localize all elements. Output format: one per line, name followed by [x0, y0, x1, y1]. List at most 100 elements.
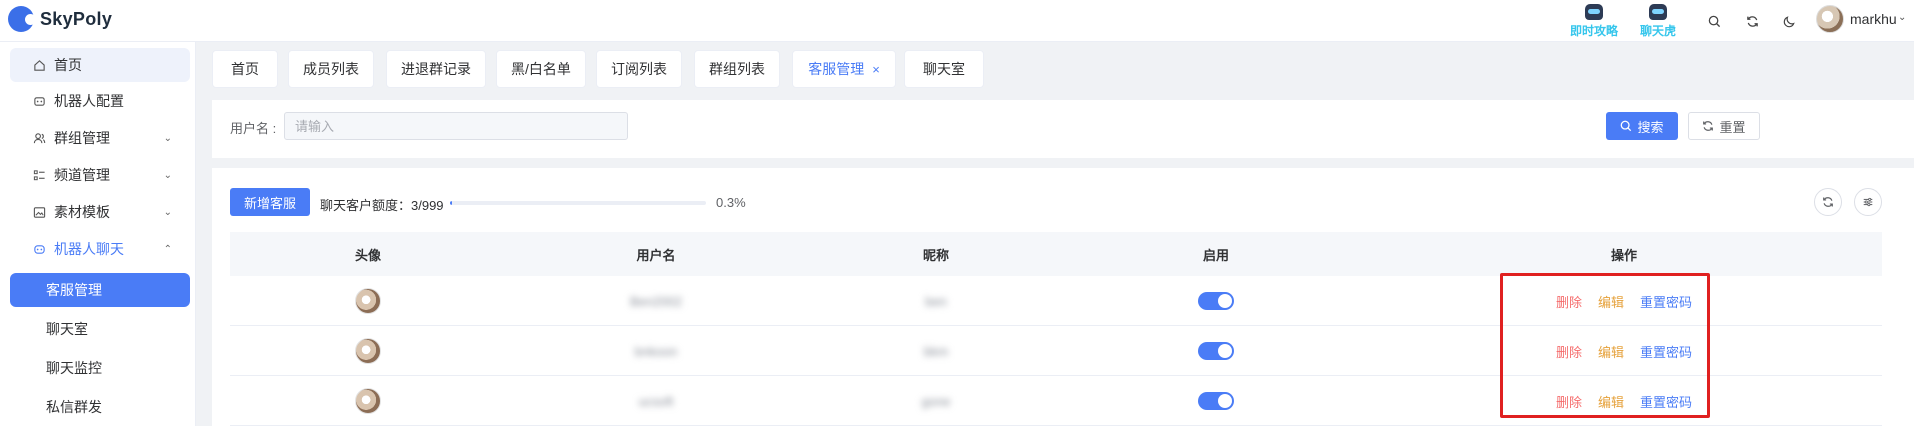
chevron-down-icon: ⌄ [163, 132, 172, 144]
table-header: 头像 用户名 昵称 启用 操作 [230, 232, 1882, 276]
users-icon [32, 131, 46, 145]
tab-label: 客服管理 [808, 61, 865, 77]
edit-link[interactable]: 编辑 [1598, 392, 1624, 411]
tab-label: 群组列表 [709, 61, 765, 77]
search-icon[interactable] [1705, 12, 1723, 30]
delete-link[interactable]: 删除 [1556, 342, 1582, 361]
avatar [355, 288, 381, 314]
close-icon[interactable]: × [872, 62, 880, 77]
sidebar-item-robot-chat[interactable]: 机器人聊天 ⌃ [10, 232, 190, 266]
robot-icon [32, 94, 46, 108]
chevron-down-icon: ⌄ [163, 206, 172, 218]
reset-password-link[interactable]: 重置密码 [1640, 342, 1692, 361]
tab-label: 黑/白名单 [511, 61, 571, 77]
nickname-cell: gone [921, 393, 951, 409]
refresh-icon[interactable] [1743, 12, 1761, 30]
search-icon [1621, 120, 1632, 132]
robot-chat-icon [32, 242, 46, 256]
app-name: SkyPoly [40, 8, 113, 29]
logo-icon [8, 6, 36, 32]
tab-member-list[interactable]: 成员列表 [288, 50, 374, 88]
column-header: 启用 [1202, 247, 1229, 263]
sliders-icon [1863, 197, 1873, 207]
table-row: Ben2002 ben 删除 编辑 重置密码 [230, 276, 1882, 326]
search-button-label: 搜索 [1637, 119, 1664, 135]
reset-password-link[interactable]: 重置密码 [1640, 392, 1692, 411]
sidebar-item-material-template[interactable]: 素材模板 ⌄ [10, 195, 190, 229]
top-header: SkyPoly 即时攻略 聊天虎 markhu ⌄ [0, 0, 1914, 42]
tab-black-white-list[interactable]: 黑/白名单 [496, 50, 586, 88]
sidebar-subitem-label: 客服管理 [46, 282, 102, 298]
moon-icon[interactable] [1780, 12, 1798, 30]
app-logo[interactable]: SkyPoly [8, 6, 112, 32]
delete-link[interactable]: 删除 [1556, 392, 1582, 411]
list-icon [32, 168, 46, 182]
chevron-up-icon: ⌃ [163, 243, 172, 255]
tab-label: 订阅列表 [611, 61, 667, 77]
tab-chat-room[interactable]: 聊天室 [904, 50, 984, 88]
promo-instant-guide[interactable]: 即时攻略 [1564, 4, 1624, 38]
avatar [355, 338, 381, 364]
sidebar: 首页 机器人配置 群组管理 ⌄ 频道管理 ⌄ 素材模板 ⌄ 机器人聊天 ⌃ 客服… [0, 42, 196, 426]
robot-icon [1585, 4, 1603, 20]
promo-chat-tiger[interactable]: 聊天虎 [1628, 4, 1688, 38]
sidebar-item-group-manage[interactable]: 群组管理 ⌄ [10, 121, 190, 155]
sidebar-item-label: 群组管理 [54, 130, 110, 146]
column-header: 用户名 [636, 247, 676, 263]
delete-link[interactable]: 删除 [1556, 292, 1582, 311]
promo-label: 即时攻略 [1569, 24, 1618, 38]
quota-progress-fill [450, 201, 452, 205]
tab-join-leave-records[interactable]: 进退群记录 [386, 50, 486, 88]
sidebar-item-home[interactable]: 首页 [10, 48, 190, 82]
search-panel: 用户名 : 搜索 重置 [212, 100, 1914, 158]
search-button[interactable]: 搜索 [1606, 112, 1678, 140]
sidebar-item-label: 素材模板 [54, 204, 110, 220]
user-name[interactable]: markhu [1850, 11, 1897, 27]
add-service-button[interactable]: 新增客服 [230, 188, 310, 216]
sidebar-subitem-private-broadcast[interactable]: 私信群发 [10, 390, 190, 424]
username-input[interactable] [284, 112, 628, 140]
quota-label: 聊天客户额度：3/999 [320, 198, 444, 213]
chevron-down-icon[interactable]: ⌄ [1898, 12, 1906, 23]
sidebar-subitem-service-manage[interactable]: 客服管理 [10, 273, 190, 307]
quota-progress-text: 0.3% [716, 195, 746, 210]
refresh-table-button[interactable] [1814, 188, 1842, 216]
enable-toggle[interactable] [1198, 392, 1234, 410]
tab-group-list[interactable]: 群组列表 [694, 50, 780, 88]
column-header: 头像 [354, 247, 381, 263]
quota-progress-bar [450, 201, 706, 205]
reset-button-label: 重置 [1719, 119, 1746, 135]
refresh-icon [1823, 197, 1833, 207]
column-header: 操作 [1610, 247, 1637, 263]
sidebar-subitem-chat-monitor[interactable]: 聊天监控 [10, 351, 190, 385]
tab-label: 聊天室 [923, 61, 965, 77]
username-cell: Ben2002 [629, 293, 683, 309]
tab-label: 成员列表 [303, 61, 359, 77]
sidebar-item-channel-manage[interactable]: 频道管理 ⌄ [10, 158, 190, 192]
image-icon [32, 205, 46, 219]
sidebar-item-label: 机器人聊天 [54, 241, 124, 257]
table-row: bnkoon bkm 删除 编辑 重置密码 [230, 326, 1882, 376]
service-table-card: 新增客服 聊天客户额度：3/999 0.3% 头像 用户名 昵称 启用 操作 B… [212, 168, 1914, 426]
enable-toggle[interactable] [1198, 292, 1234, 310]
username-cell: ucsoft [638, 393, 674, 409]
column-header: 昵称 [922, 247, 949, 263]
refresh-icon [1703, 121, 1714, 131]
column-settings-button[interactable] [1854, 188, 1882, 216]
tab-home[interactable]: 首页 [212, 50, 278, 88]
user-avatar[interactable] [1816, 5, 1844, 33]
tabs-bar: 首页 成员列表 进退群记录 黑/白名单 订阅列表 群组列表 客服管理 × 聊天室 [212, 50, 1914, 88]
nickname-cell: ben [925, 293, 947, 309]
sidebar-item-label: 频道管理 [54, 167, 110, 183]
username-label: 用户名 : [230, 121, 277, 136]
edit-link[interactable]: 编辑 [1598, 342, 1624, 361]
reset-button[interactable]: 重置 [1688, 112, 1760, 140]
edit-link[interactable]: 编辑 [1598, 292, 1624, 311]
sidebar-item-robot-config[interactable]: 机器人配置 [10, 84, 190, 118]
avatar [355, 388, 381, 414]
enable-toggle[interactable] [1198, 342, 1234, 360]
tab-subscription-list[interactable]: 订阅列表 [596, 50, 682, 88]
reset-password-link[interactable]: 重置密码 [1640, 292, 1692, 311]
tab-service-manage[interactable]: 客服管理 × [792, 50, 896, 88]
sidebar-subitem-chat-room[interactable]: 聊天室 [10, 312, 190, 346]
